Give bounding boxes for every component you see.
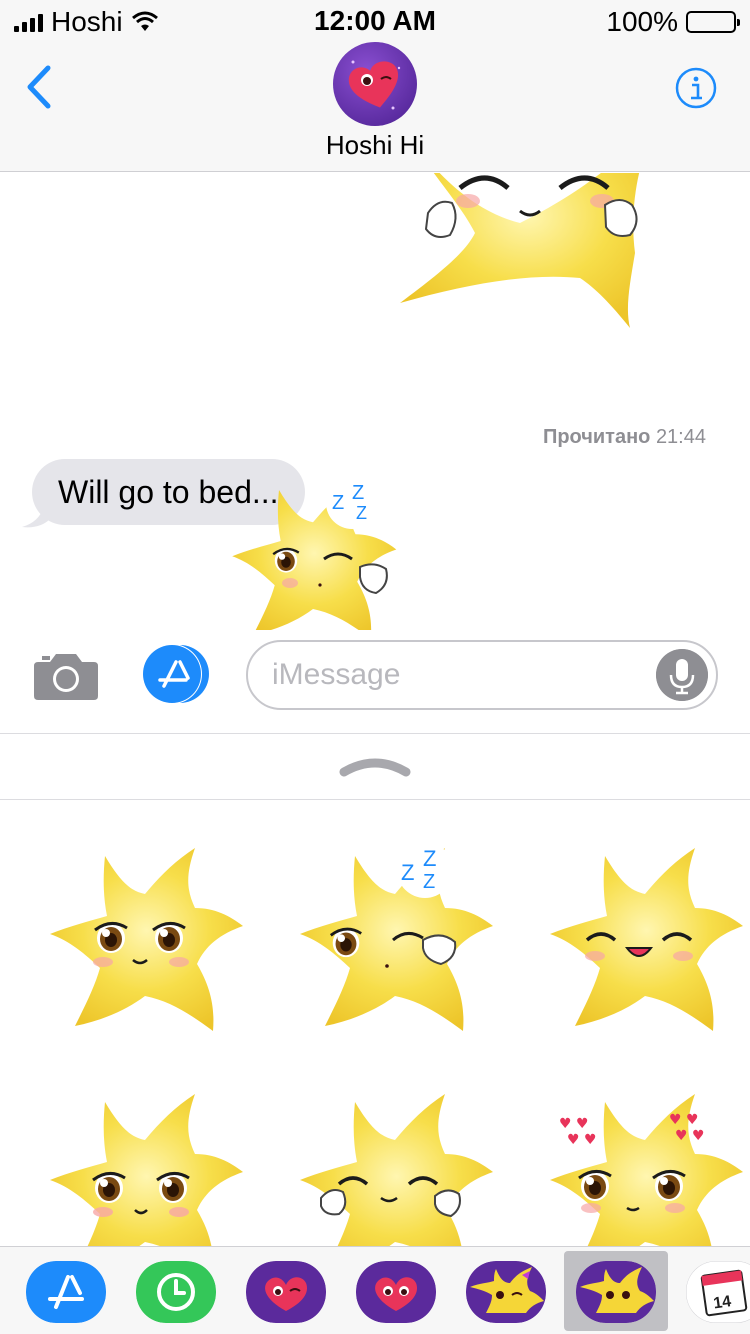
back-chevron-icon[interactable] <box>20 62 60 112</box>
battery-icon <box>686 11 740 33</box>
sticker-star-sleepy[interactable]: Z Z Z <box>290 836 500 1036</box>
star-hearts-icon: ♥ ♥ ♥ ♥ ♥ ♥ ♥ ♥ <box>550 1094 743 1246</box>
read-status: Прочитано <box>542 426 651 448</box>
calendar-icon[interactable]: 14 <box>686 1261 750 1323</box>
sticker-star-big-eyes[interactable] <box>40 836 250 1036</box>
star-big-eyes-icon <box>50 848 243 1031</box>
conversation-header: Hoshi Hi <box>0 42 750 172</box>
microphone-icon[interactable] <box>656 649 708 701</box>
contact-avatar[interactable] <box>333 42 417 126</box>
star-happy-hands-icon <box>300 1094 493 1246</box>
heart-character-icon <box>348 60 401 110</box>
svg-text:Z: Z <box>352 482 364 504</box>
sticker-star-happy-hands[interactable] <box>290 1082 500 1246</box>
message-input[interactable] <box>272 650 632 700</box>
heart-cry-icon[interactable] <box>356 1261 436 1323</box>
contact-name[interactable]: Hoshi Hi <box>0 130 750 161</box>
sent-sticker-star-happy[interactable] <box>380 173 670 373</box>
conversation-transcript[interactable]: Прочитано 21:44 Will go to bed... Z Z Z <box>0 173 750 630</box>
recents-clock-icon[interactable] <box>136 1261 216 1323</box>
app-store-icon[interactable] <box>26 1261 106 1323</box>
svg-text:♥ ♥: ♥ ♥ <box>567 1132 597 1148</box>
battery-percent: 100% <box>606 6 678 37</box>
calendar-day-label: 14 <box>712 1293 732 1312</box>
svg-text:Z: Z <box>356 503 367 523</box>
svg-text:Z: Z <box>423 871 435 893</box>
app-tray: 14 <box>0 1246 750 1334</box>
star-teary-icon <box>50 1094 243 1246</box>
drawer-handle[interactable] <box>0 734 750 800</box>
info-icon[interactable] <box>674 66 718 110</box>
sticker-star-laughing[interactable] <box>540 836 750 1036</box>
sticker-grid: Z Z Z ♥ ♥ ♥ ♥ ♥ ♥ ♥ ♥ <box>0 800 750 1246</box>
read-time: 21:44 <box>655 426 706 448</box>
app-store-icon[interactable] <box>140 644 212 704</box>
svg-text:Z: Z <box>332 492 344 514</box>
svg-text:♥ ♥: ♥ ♥ <box>669 1112 699 1128</box>
svg-text:Z: Z <box>401 860 414 885</box>
sticker-star-hearts[interactable]: ♥ ♥ ♥ ♥ ♥ ♥ ♥ ♥ <box>540 1082 750 1246</box>
camera-icon[interactable] <box>34 648 98 700</box>
star-laughing-icon <box>550 848 743 1031</box>
message-input-container[interactable] <box>246 640 718 710</box>
composer-bar <box>0 630 750 734</box>
svg-text:Z: Z <box>423 846 436 871</box>
messages-screen: Hoshi 12:00 AM 100% Hoshi Hi Прочитано 2… <box>0 0 750 1334</box>
star-selected-icon[interactable] <box>576 1261 656 1323</box>
star-sleepy-icon: Z Z Z <box>300 842 493 1031</box>
status-bar: Hoshi 12:00 AM 100% <box>0 0 750 42</box>
svg-text:♥ ♥: ♥ ♥ <box>675 1128 705 1144</box>
star-wink-icon[interactable] <box>466 1261 546 1323</box>
read-receipt: Прочитано 21:44 <box>543 426 706 449</box>
heart-wink-icon[interactable] <box>246 1261 326 1323</box>
chevron-up-icon[interactable] <box>338 752 412 778</box>
sticker-star-teary[interactable] <box>40 1082 250 1246</box>
sent-sticker-star-sleepy[interactable]: Z Z Z <box>228 473 398 630</box>
battery-indicator: 100% <box>606 6 740 38</box>
svg-text:♥ ♥: ♥ ♥ <box>559 1116 589 1132</box>
